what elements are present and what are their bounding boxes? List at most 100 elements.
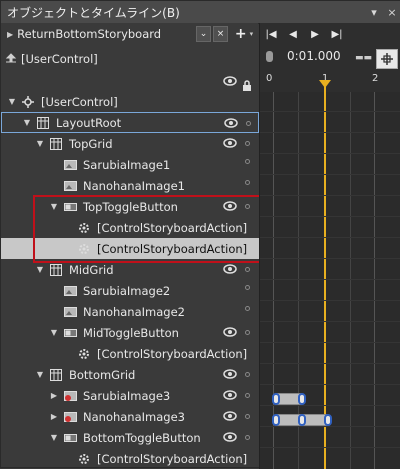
- lock-toggle-dot[interactable]: [245, 203, 250, 209]
- visibility-lock-controls: [223, 306, 250, 311]
- eye-icon[interactable]: [223, 201, 237, 211]
- track-separator: [260, 153, 400, 154]
- lock-toggle-dot[interactable]: [245, 306, 250, 311]
- collapse-arrow-icon[interactable]: ▼: [35, 370, 45, 379]
- previous-frame-button[interactable]: ◀: [282, 29, 304, 40]
- zoom-ruler-icon[interactable]: ▬▬: [355, 53, 372, 63]
- lock-toggle-dot[interactable]: [245, 266, 250, 272]
- eye-icon[interactable]: [223, 390, 237, 400]
- snap-icon: [381, 53, 393, 65]
- tree-item[interactable]: ▼ MidGrid: [1, 259, 259, 280]
- lock-toggle-dot[interactable]: [245, 140, 250, 146]
- tree-item[interactable]: ▼ MidToggleButton: [1, 322, 259, 343]
- close-panel-button[interactable]: ×: [383, 3, 400, 21]
- image-icon-animated: [63, 411, 77, 423]
- scope-bar[interactable]: [UserControl]: [1, 49, 258, 69]
- collapse-arrow-icon[interactable]: ▼: [7, 97, 17, 106]
- tree-item[interactable]: ▼ TopToggleButton: [1, 196, 259, 217]
- tree-item[interactable]: [ControlStoryboardAction]: [1, 217, 259, 238]
- visibility-lock-controls: [223, 180, 250, 185]
- add-storyboard-button[interactable]: + ▾: [230, 26, 258, 42]
- scope-up-icon[interactable]: [5, 52, 21, 66]
- eye-icon[interactable]: [223, 264, 237, 274]
- tree-item[interactable]: NanohanaImage1: [1, 175, 259, 196]
- tree-item[interactable]: ▶ NanohanaImage3: [1, 406, 259, 427]
- image-icon-animated: [63, 390, 77, 402]
- keyframe[interactable]: [272, 393, 280, 405]
- tree-item-label: [ControlStoryboardAction]: [97, 220, 248, 235]
- tree-item-label: [ControlStoryboardAction]: [97, 451, 248, 466]
- eye-icon[interactable]: [224, 118, 238, 128]
- eye-icon[interactable]: [223, 76, 237, 86]
- grid-icon: [49, 137, 63, 150]
- tree-item[interactable]: SarubiaImage2: [1, 280, 259, 301]
- pin-button[interactable]: ▾: [365, 3, 383, 21]
- go-to-end-button[interactable]: ▶|: [326, 29, 348, 40]
- snap-button[interactable]: [376, 49, 398, 69]
- grid-icon: [49, 263, 63, 276]
- lock-toggle-dot[interactable]: [246, 120, 251, 126]
- lock-toggle-dot[interactable]: [245, 413, 250, 419]
- track-separator: [260, 237, 400, 238]
- record-keyframe-icon[interactable]: [266, 50, 273, 62]
- lock-toggle-dot[interactable]: [245, 392, 250, 398]
- tree-item[interactable]: ▶ SarubiaImage3: [1, 385, 259, 406]
- visibility-lock-controls: [223, 411, 250, 421]
- eye-icon[interactable]: [223, 432, 237, 442]
- tree-item-label: [UserControl]: [41, 94, 118, 109]
- visibility-lock-controls: [223, 390, 250, 400]
- play-button[interactable]: ▶: [304, 29, 326, 40]
- lock-toggle-dot[interactable]: [245, 180, 250, 185]
- collapse-arrow-icon[interactable]: ▼: [35, 139, 45, 148]
- tree-item[interactable]: ▼ [UserControl]: [1, 91, 259, 112]
- tree-item[interactable]: ▼ LayoutRoot: [1, 112, 259, 133]
- keyframe[interactable]: [272, 414, 280, 426]
- image-icon: [63, 285, 77, 297]
- behavior-icon: [77, 243, 91, 255]
- visibility-lock-controls: [223, 201, 250, 211]
- tree-item[interactable]: SarubiaImage1: [1, 154, 259, 175]
- collapse-arrow-icon[interactable]: ▼: [49, 328, 59, 337]
- storyboard-name[interactable]: ReturnBottomStoryboard: [17, 27, 194, 41]
- eye-icon[interactable]: [223, 327, 237, 337]
- visibility-lock-controls: [223, 327, 250, 337]
- track-separator: [260, 258, 400, 259]
- visibility-lock-controls: [223, 432, 250, 442]
- keyframe[interactable]: [324, 414, 332, 426]
- collapse-arrow-icon[interactable]: ▼: [22, 118, 32, 127]
- go-to-start-button[interactable]: |◀: [260, 29, 282, 40]
- lock-icon[interactable]: [242, 76, 252, 91]
- lock-toggle-dot[interactable]: [245, 434, 250, 440]
- lock-toggle-dot[interactable]: [245, 371, 250, 377]
- lock-toggle-dot[interactable]: [245, 329, 250, 335]
- eye-icon[interactable]: [223, 411, 237, 421]
- tree-item[interactable]: ▼ TopGrid: [1, 133, 259, 154]
- keyframe[interactable]: [298, 393, 306, 405]
- storyboard-dropdown-button[interactable]: ⌄: [196, 26, 211, 42]
- time-gridline: [298, 92, 299, 469]
- tree-item[interactable]: NanohanaImage2: [1, 301, 259, 322]
- track-separator: [260, 363, 400, 364]
- image-icon: [63, 180, 77, 192]
- expand-arrow-icon[interactable]: ▶: [49, 412, 59, 421]
- timeline-tracks[interactable]: [260, 80, 400, 469]
- expand-arrow-icon[interactable]: ▶: [49, 391, 59, 400]
- keyframe[interactable]: [298, 414, 306, 426]
- tree-item[interactable]: [ControlStoryboardAction]: [1, 343, 259, 364]
- tree-item[interactable]: ▼ BottomGrid: [1, 364, 259, 385]
- collapse-arrow-icon[interactable]: ▼: [35, 265, 45, 274]
- collapse-arrow-icon[interactable]: ▼: [49, 202, 59, 211]
- tree-item[interactable]: ▼ BottomToggleButton: [1, 427, 259, 448]
- playhead-line[interactable]: [324, 86, 326, 469]
- tree-item[interactable]: [ControlStoryboardAction]: [1, 238, 259, 259]
- lock-toggle-dot[interactable]: [245, 285, 250, 290]
- current-time[interactable]: 0:01.000: [287, 49, 341, 63]
- tree-item[interactable]: [ControlStoryboardAction]: [1, 448, 259, 469]
- eye-icon[interactable]: [223, 369, 237, 379]
- close-storyboard-button[interactable]: ×: [213, 26, 228, 42]
- eye-icon[interactable]: [223, 138, 237, 148]
- collapse-arrow-icon[interactable]: ▼: [49, 433, 59, 442]
- lock-toggle-dot[interactable]: [245, 159, 250, 164]
- grid-icon: [36, 116, 50, 129]
- tree-item-label: [ControlStoryboardAction]: [97, 346, 248, 361]
